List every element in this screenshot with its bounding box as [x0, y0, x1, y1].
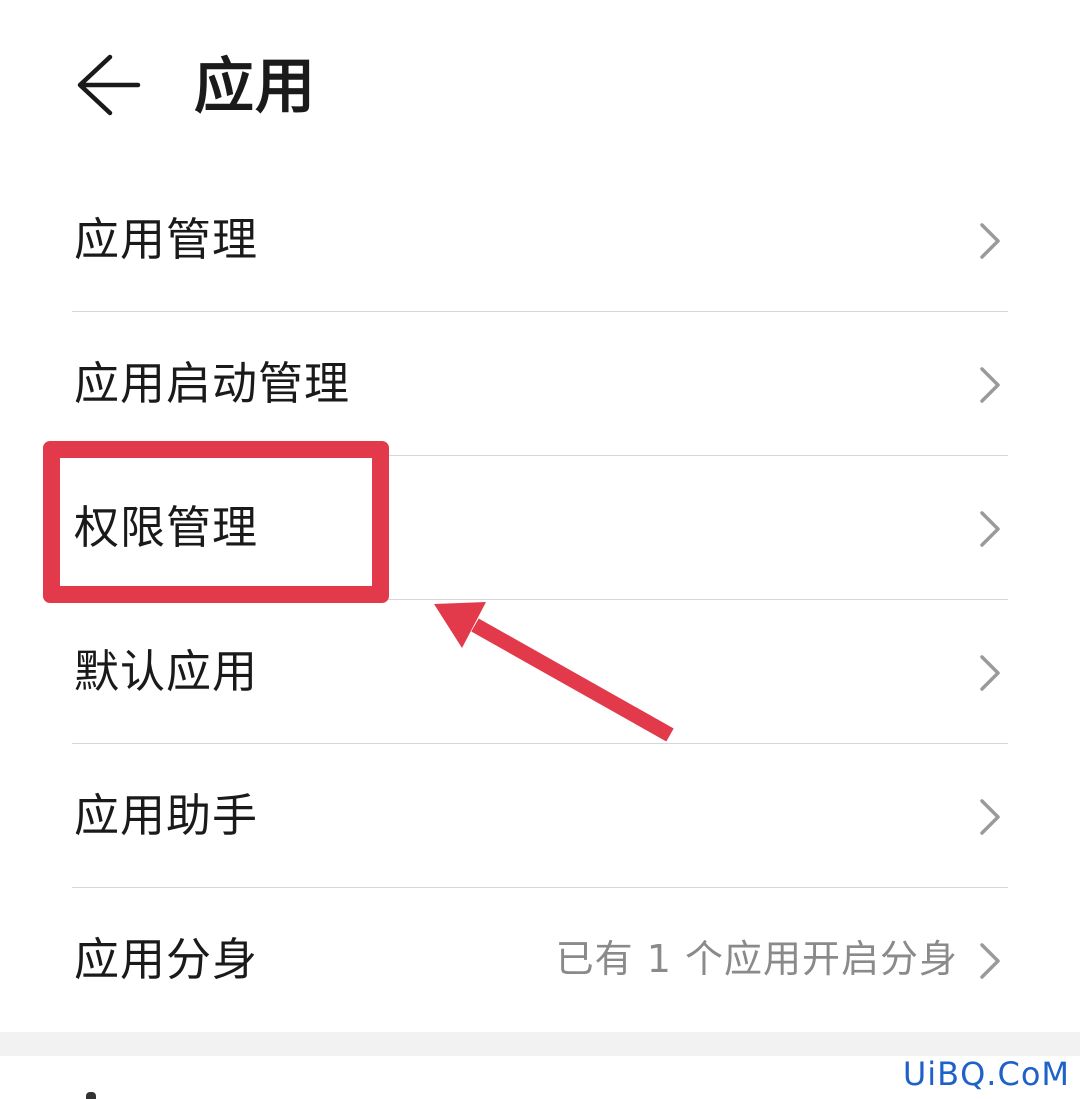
list-item-app-launch-management[interactable]: 应用启动管理	[72, 312, 1008, 456]
list-item-label: 默认应用	[74, 645, 259, 698]
page-title: 应用	[194, 52, 316, 122]
section-divider	[0, 1032, 1080, 1056]
watermark: UiBQ.CoM	[902, 1055, 1070, 1093]
chevron-right-icon	[976, 365, 1004, 405]
app-bar: 应用	[0, 0, 1080, 170]
chevron-right-icon	[976, 221, 1004, 261]
list-item-label: 应用启动管理	[74, 357, 351, 410]
list-item-label: 应用助手	[74, 789, 259, 842]
chevron-right-icon	[976, 941, 1004, 981]
list-item-default-apps[interactable]: 默认应用	[72, 600, 1008, 744]
list-item-label: 应用分身	[74, 933, 259, 986]
list-item-label: 应用管理	[74, 213, 259, 266]
chevron-right-icon	[976, 797, 1004, 837]
partial-icon	[86, 1092, 96, 1099]
list-item-value: 已有 1 个应用开启分身	[555, 937, 958, 981]
list-item-app-assistant[interactable]: 应用助手	[72, 744, 1008, 888]
settings-list: 应用管理 应用启动管理 权限管理 默认应用 应用助手 应用分身 已有 1 个应用…	[72, 168, 1008, 1031]
list-item-label: 权限管理	[74, 501, 259, 554]
list-item-app-twin[interactable]: 应用分身 已有 1 个应用开启分身	[72, 888, 1008, 1031]
back-button[interactable]	[70, 45, 150, 125]
chevron-right-icon	[976, 509, 1004, 549]
chevron-right-icon	[976, 653, 1004, 693]
arrow-left-icon	[77, 54, 141, 116]
list-item-permission-management[interactable]: 权限管理	[72, 456, 1008, 600]
list-item-app-management[interactable]: 应用管理	[72, 168, 1008, 312]
